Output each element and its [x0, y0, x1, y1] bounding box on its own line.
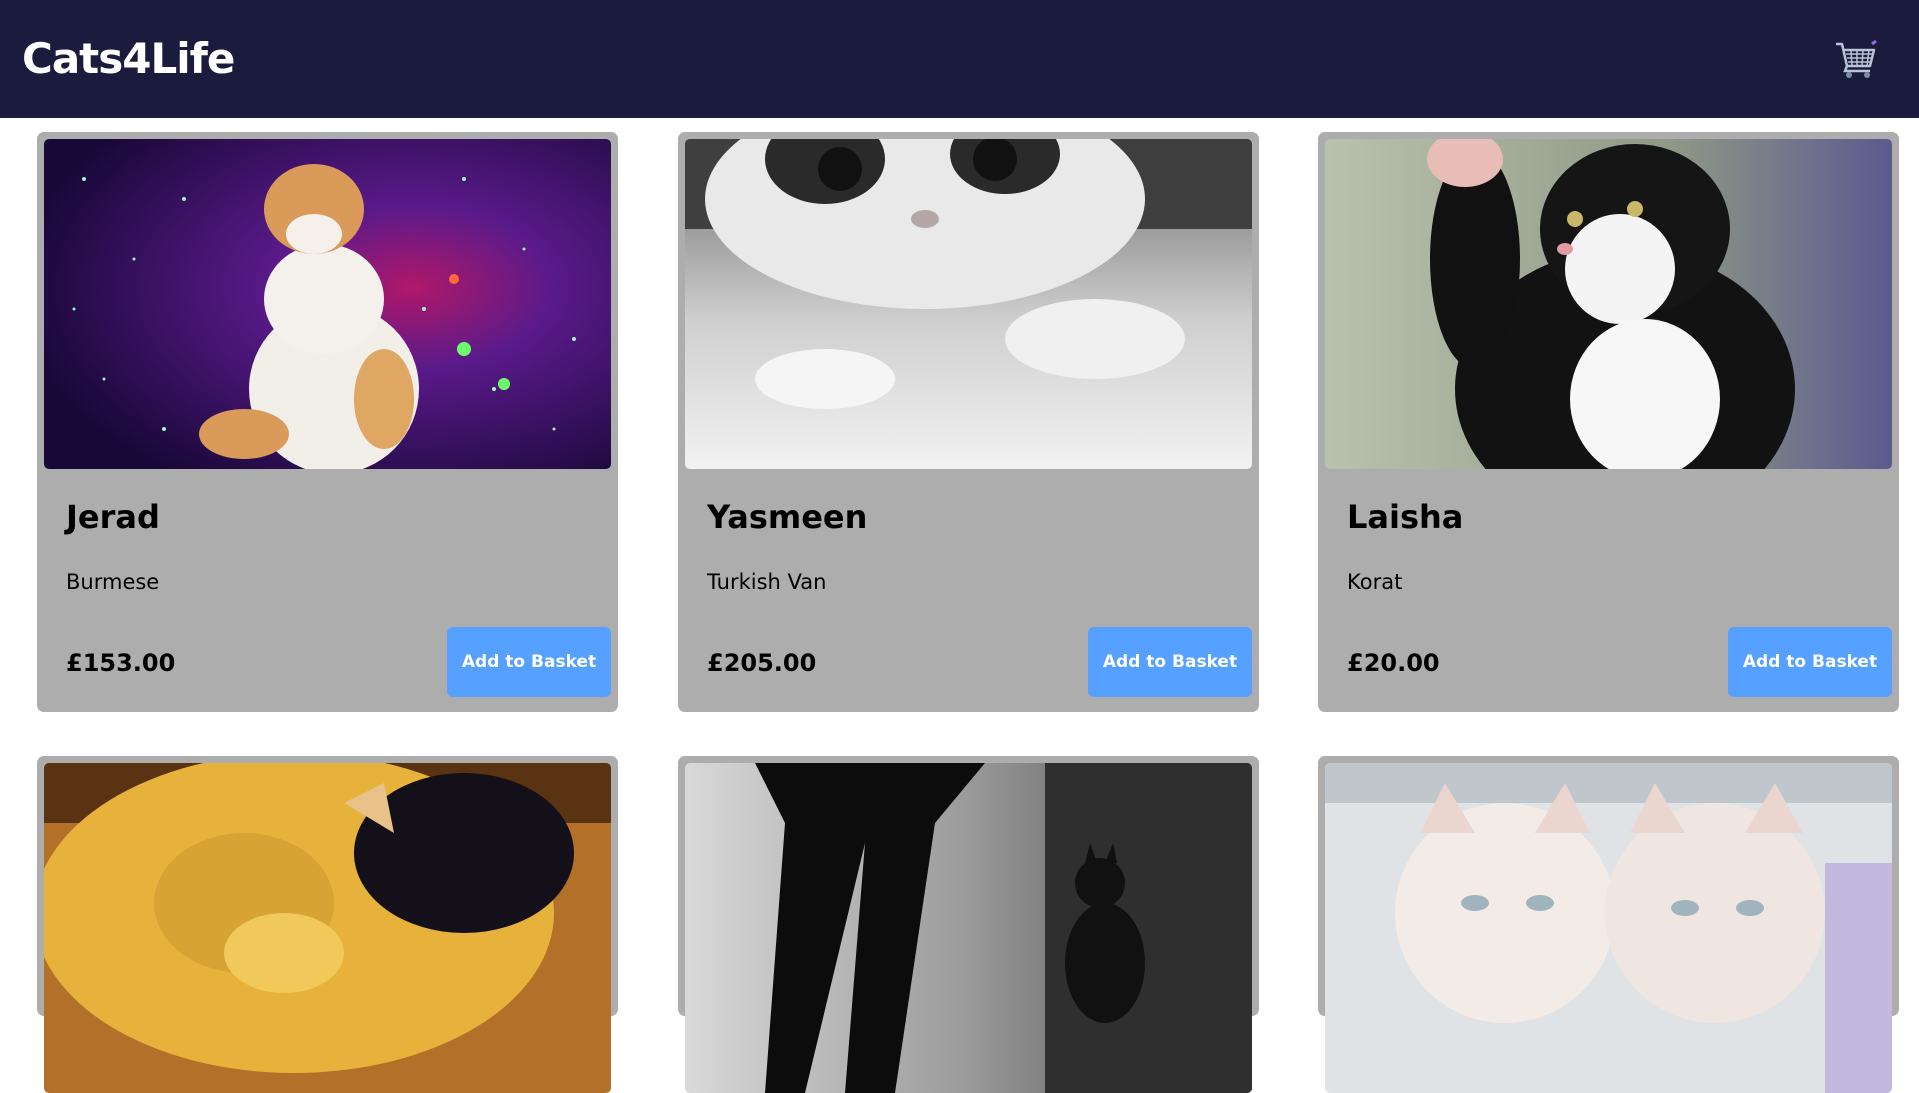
product-breed: Turkish Van	[707, 570, 827, 594]
product-price: £20.00	[1347, 649, 1440, 677]
add-to-basket-button[interactable]: Add to Basket	[447, 627, 611, 697]
product-name: Jerad	[66, 498, 160, 536]
add-to-basket-button[interactable]: Add to Basket	[1728, 627, 1892, 697]
product-image	[685, 763, 1252, 1093]
product-card: Yasmeen Turkish Van £205.00 Add to Baske…	[678, 132, 1259, 712]
product-breed: Burmese	[66, 570, 160, 594]
product-name: Laisha	[1347, 498, 1464, 536]
product-image	[1325, 139, 1892, 469]
site-header: Cats4Life	[0, 0, 1919, 118]
product-image	[1325, 763, 1892, 1093]
product-card	[37, 756, 618, 1093]
product-breed: Korat	[1347, 570, 1403, 594]
product-image	[44, 763, 611, 1093]
product-price: £153.00	[66, 649, 176, 677]
product-card	[1318, 756, 1899, 1093]
product-card: Laisha Korat £20.00 Add to Basket	[1318, 132, 1899, 712]
add-to-basket-button[interactable]: Add to Basket	[1088, 627, 1252, 697]
product-card	[678, 756, 1259, 1093]
product-image	[685, 139, 1252, 469]
shopping-cart-icon	[1836, 39, 1877, 78]
product-card: Jerad Burmese £153.00 Add to Basket	[37, 132, 618, 712]
product-image	[44, 139, 611, 469]
cart-button[interactable]	[1834, 39, 1878, 80]
product-name: Yasmeen	[707, 498, 868, 536]
product-price: £205.00	[707, 649, 817, 677]
site-logo[interactable]: Cats4Life	[22, 34, 235, 83]
